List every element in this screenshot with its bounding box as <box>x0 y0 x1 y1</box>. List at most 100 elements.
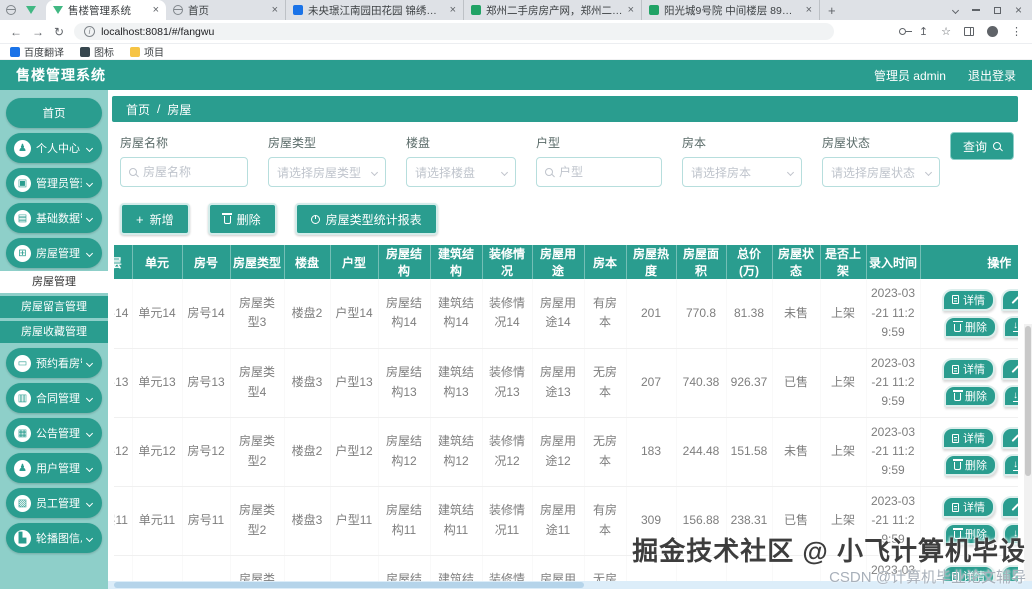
sidebar-item-label: 房屋管理 <box>36 248 80 260</box>
unlist-button[interactable]: ↓下架 <box>1003 385 1018 407</box>
bookmark-star-icon[interactable]: ☆ <box>941 25 951 38</box>
app-title: 售楼管理系统 <box>16 67 106 83</box>
unlist-icon: ↓ <box>1013 458 1018 471</box>
delete-button[interactable]: 删除 <box>207 203 277 235</box>
report-button[interactable]: 房屋类型统计报表 <box>294 203 438 235</box>
refresh-icon[interactable]: ↻ <box>54 25 64 39</box>
browser-tab-1[interactable]: 首页 × <box>166 0 286 20</box>
logout-link[interactable]: 退出登录 <box>968 67 1016 84</box>
sidebar-subitem-2[interactable]: 房屋收藏管理 <box>0 321 108 343</box>
sidebar-item-4[interactable]: ⊞ 房屋管理 <box>6 238 102 268</box>
edit-button[interactable]: 修改 <box>1001 496 1018 518</box>
site-info-icon[interactable]: i <box>84 26 96 37</box>
chrome-menu-chevron-icon[interactable] <box>951 6 960 14</box>
filter-input-field[interactable] <box>143 165 239 179</box>
table-cell: 未售 <box>772 417 820 487</box>
sidebar-subitem-1[interactable]: 房屋留言管理 <box>0 296 108 318</box>
sidebar-item-label: 公告管理 <box>36 428 80 440</box>
column-header: 房屋热度 <box>626 245 677 279</box>
tab-close-icon[interactable]: × <box>806 4 812 16</box>
table-cell: 房屋类型2 <box>230 417 284 487</box>
tab-close-icon[interactable]: × <box>628 4 634 16</box>
edit-button[interactable]: 修改 <box>1001 427 1018 449</box>
sidebar-item-6[interactable]: ▥ 合同管理 <box>6 383 102 413</box>
side-panel-icon[interactable] <box>964 27 974 36</box>
bookmark-1[interactable]: 图标 <box>80 44 114 59</box>
filter-select[interactable]: 请选择房屋状态 <box>822 157 940 187</box>
bookmark-2[interactable]: 项目 <box>130 44 164 59</box>
browser-tab-2[interactable]: 未央璟江南园田花园 锦绣三居 × <box>286 0 464 20</box>
close-window-icon[interactable]: × <box>1015 3 1022 17</box>
browser-tab-4[interactable]: 阳光城9号院 中间楼层 89平三居 × <box>642 0 820 20</box>
unlist-button[interactable]: ↓下架 <box>1003 315 1018 338</box>
sidebar-item-2[interactable]: ▣ 管理员管理 <box>6 168 102 198</box>
row-delete-button[interactable]: 删除 <box>944 315 997 338</box>
new-tab-button[interactable]: + <box>828 3 836 18</box>
filter-label: 房屋状态 <box>822 136 871 150</box>
bookmark-0[interactable]: 百度翻译 <box>10 44 64 59</box>
table-cell: 740.38 <box>676 348 726 418</box>
unlist-button[interactable]: ↓下架 <box>1003 523 1018 545</box>
sidebar-item-label: 管理员管理 <box>36 178 82 190</box>
filter-input[interactable] <box>120 157 248 187</box>
edit-button[interactable]: 修改 <box>1001 288 1018 311</box>
detail-button[interactable]: 详情 <box>942 288 995 311</box>
sidebar-subitem-0[interactable]: 房屋管理 <box>0 271 108 293</box>
globe-icon[interactable] <box>6 5 16 15</box>
sidebar-item-9[interactable]: ▧ 员工管理 <box>6 488 102 518</box>
search-button[interactable]: 查询 <box>949 132 1014 160</box>
table-cell: 房号11 <box>182 486 230 556</box>
action-label: 详情 <box>963 294 985 307</box>
chevron-down-icon <box>85 249 94 257</box>
sidebar-item-5[interactable]: ▭ 预约看房管理 <box>6 348 102 378</box>
detail-button[interactable]: 详情 <box>942 496 995 518</box>
table-row: 楼层12单元12房号12房屋类型2楼盘2户型12房屋结构12建筑结构12装修情况… <box>114 417 1018 487</box>
bookmark-label: 百度翻译 <box>24 48 64 59</box>
detail-button[interactable]: 详情 <box>942 358 995 380</box>
profile-avatar[interactable] <box>987 26 998 37</box>
restore-icon[interactable] <box>993 6 1001 14</box>
table-cell: 926.37 <box>726 348 772 418</box>
back-icon[interactable]: ← <box>10 25 22 39</box>
forward-icon[interactable]: → <box>32 25 44 39</box>
edit-icon <box>1011 502 1018 512</box>
sidebar-item-0[interactable]: 首页 <box>6 98 102 128</box>
sidebar-item-8[interactable]: ♟ 用户管理 <box>6 453 102 483</box>
unlist-button[interactable]: ↓下架 <box>1003 454 1018 476</box>
sidebar-item-1[interactable]: ♟ 个人中心 <box>6 133 102 163</box>
horizontal-scrollbar-thumb[interactable] <box>114 582 584 588</box>
filter-select[interactable]: 请选择楼盘 <box>406 157 516 187</box>
table-cell: 上架 <box>820 486 866 556</box>
password-key-icon[interactable] <box>898 28 912 35</box>
vue-icon[interactable] <box>26 6 36 14</box>
tab-close-icon[interactable]: × <box>450 4 456 16</box>
browser-tab-3[interactable]: 郑州二手房房产网，郑州二手房 × <box>464 0 642 20</box>
notice-icon: ▦ <box>14 424 31 442</box>
tab-close-icon[interactable]: × <box>153 4 159 16</box>
chrome-menu-icon[interactable]: ⋮ <box>1011 25 1022 38</box>
table-cell: 楼盘3 <box>284 486 330 556</box>
row-delete-button[interactable]: 删除 <box>944 454 997 476</box>
add-button[interactable]: + 新增 <box>120 203 190 235</box>
share-icon[interactable]: ↥ <box>919 25 928 38</box>
filter-select[interactable]: 请选择房屋类型 <box>268 157 386 187</box>
clock-icon <box>310 214 320 224</box>
sidebar-item-3[interactable]: ▤ 基础数据管理 <box>6 203 102 233</box>
sidebar-item-7[interactable]: ▦ 公告管理 <box>6 418 102 448</box>
chevron-down-icon <box>500 168 509 176</box>
tab-close-icon[interactable]: × <box>272 4 278 16</box>
filter-input-field[interactable] <box>559 165 653 179</box>
row-delete-button[interactable]: 删除 <box>944 523 997 545</box>
edit-button[interactable]: 修改 <box>1001 358 1018 380</box>
minimize-icon[interactable] <box>971 9 980 11</box>
browser-tab-0[interactable]: 售楼管理系统 × <box>46 0 166 20</box>
breadcrumb-home[interactable]: 首页 <box>126 101 150 118</box>
url-bar[interactable]: i localhost:8081/#/fangwu <box>74 23 835 40</box>
filter-select[interactable]: 请选择房本 <box>682 157 802 187</box>
sidebar-item-10[interactable]: ▙ 轮播图信息 <box>6 523 102 553</box>
filter-input[interactable] <box>536 157 662 187</box>
detail-button[interactable]: 详情 <box>942 427 995 449</box>
chevron-down-icon <box>370 168 379 176</box>
vertical-scrollbar-thumb[interactable] <box>1025 326 1031 476</box>
row-delete-button[interactable]: 删除 <box>944 385 997 407</box>
